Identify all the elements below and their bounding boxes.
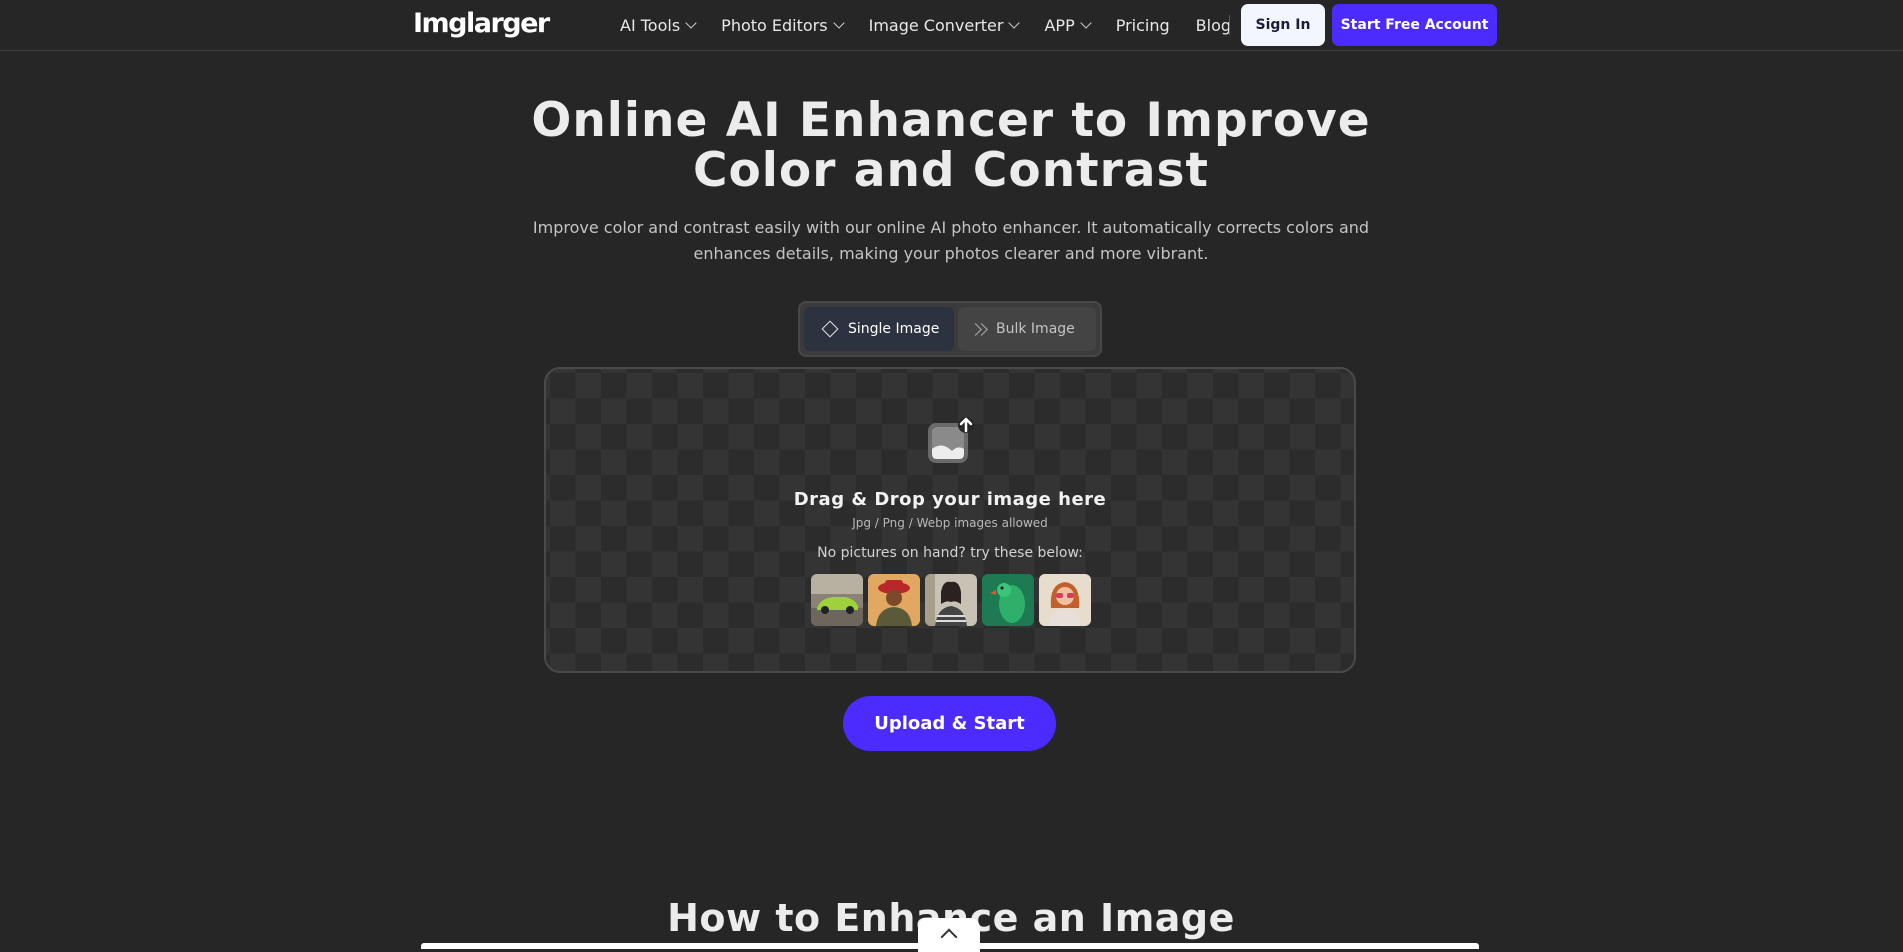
nav-image-converter-label: Image Converter [868,16,1004,35]
sign-in-button[interactable]: Sign In [1241,4,1325,46]
nav-divider [1229,15,1230,35]
diamond-icon [821,320,839,338]
chevron-down-icon [832,17,845,29]
single-image-label: Single Image [848,321,940,337]
sample-prompt: No pictures on hand? try these below: [817,545,1083,561]
nav-blog-label: Blog [1195,16,1232,35]
nav-image-converter[interactable]: Image Converter [868,16,1021,35]
chevron-up-icon [940,928,958,946]
top-navbar: Imglarger AI Tools Photo Editors Image C… [0,0,1903,51]
sample-woman-striped-thumbnail[interactable] [925,574,977,626]
nav-ai-tools-label: AI Tools [620,16,681,35]
start-free-account-button[interactable]: Start Free Account [1332,4,1497,46]
nav-photo-editors-label: Photo Editors [721,16,828,35]
nav-app-label: APP [1044,16,1075,35]
page-title: Online AI Enhancer to Improve Color and … [451,96,1451,196]
sample-woman-sunglasses-thumbnail[interactable] [1039,574,1091,626]
nav-photo-editors[interactable]: Photo Editors [721,16,845,35]
nav-pricing-label: Pricing [1115,16,1170,35]
chevron-down-icon [1080,17,1092,29]
page-subtitle: Improve color and contrast easily with o… [530,215,1372,267]
sample-car-thumbnail[interactable] [811,574,863,626]
sample-man-hat-thumbnail[interactable] [868,574,920,626]
allowed-formats: Jpg / Png / Webp images allowed [852,516,1048,530]
nav-links: AI Tools Photo Editors Image Converter A… [620,0,1257,51]
image-upload-icon [928,417,974,463]
chevron-down-icon [1008,17,1021,29]
bulk-chevrons-icon [969,322,988,336]
sample-images [811,574,1096,626]
page-subtitle-line1: Improve color and contrast easily with o… [532,218,1370,237]
upload-start-button[interactable]: Upload & Start [843,696,1056,751]
nav-app[interactable]: APP [1044,16,1092,35]
page-subtitle-line2: enhances details, making your photos cle… [693,244,1209,263]
drop-title: Drag & Drop your image here [793,489,1107,510]
nav-pricing[interactable]: Pricing [1116,16,1170,35]
mode-toggle: Single Image Bulk Image [798,301,1102,357]
chevron-down-icon [685,17,697,29]
bulk-image-tab[interactable]: Bulk Image [958,307,1096,351]
nav-ai-tools[interactable]: AI Tools [620,16,697,35]
single-image-tab[interactable]: Single Image [804,307,954,351]
sample-parrot-thumbnail[interactable] [982,574,1034,626]
upload-dropzone[interactable]: Drag & Drop your image here Jpg / Png / … [544,367,1356,673]
bulk-image-label: Bulk Image [996,321,1075,337]
nav-blog[interactable]: Blog [1196,16,1231,35]
page-title-line2: Color and Contrast [693,143,1209,198]
logo[interactable]: Imglarger [413,8,550,39]
page-title-line1: Online AI Enhancer to Improve [531,93,1371,148]
